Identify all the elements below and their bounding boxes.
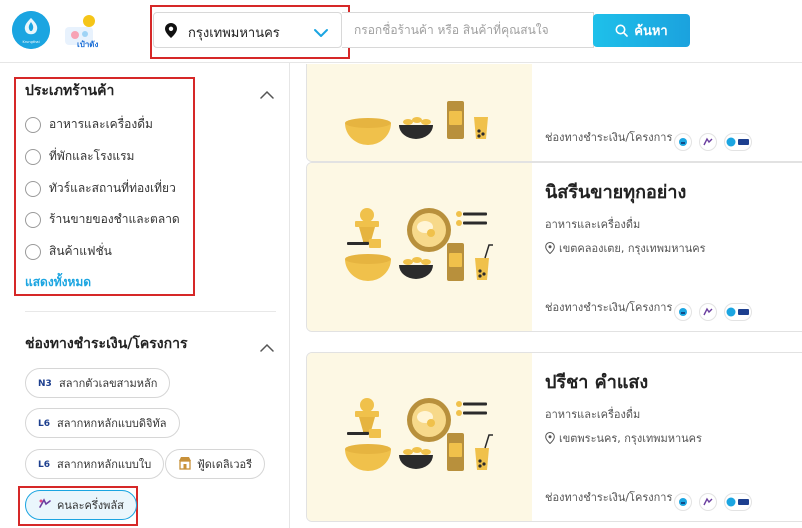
shop-icon: [178, 456, 192, 473]
radio-button[interactable]: [25, 116, 41, 133]
category-section-title: ประเภทร้านค้า: [25, 83, 115, 99]
svg-text:N3: N3: [38, 379, 52, 387]
shop-address: เขตพระนคร, กรุงเทพมหานคร: [545, 429, 702, 447]
radio-button[interactable]: [25, 243, 41, 260]
payment-label: ช่องทางชำระเงิน/โครงการ :: [545, 301, 680, 314]
payment-chip-n3[interactable]: N3 สลากตัวเลขสามหลัก: [25, 368, 171, 398]
category-option[interactable]: ร้านขายของชำและตลาด: [25, 210, 180, 229]
category-option-label: อาหารและเครื่องดื่ม: [49, 117, 153, 131]
show-all-link[interactable]: แสดงทั้งหมด: [25, 273, 91, 292]
half-half-icon: [699, 303, 717, 321]
payment-chip-l6-paper[interactable]: L6 สลากหกหลักแบบใบ: [25, 449, 165, 479]
radio-button[interactable]: [25, 180, 41, 197]
shop-address: เขตคลองเตย, กรุงเทพมหานคร: [545, 239, 706, 257]
chip-label: สลากหกหลักแบบดิจิทัล: [57, 417, 167, 430]
krungthai-logo-text: Krungthai: [22, 40, 40, 44]
payment-chip-half-half-plus[interactable]: คนละครึ่งพลัส: [25, 490, 137, 520]
shop-name: ปรีชา คำแสง: [545, 372, 649, 393]
shop-card[interactable]: ช่องทางชำระเงิน/โครงการ :: [306, 64, 802, 162]
payment-chip-l6-digital[interactable]: L6 สลากหกหลักแบบดิจิทัล: [25, 408, 180, 438]
chevron-down-icon[interactable]: [313, 24, 329, 43]
section-divider: [25, 311, 276, 312]
pao-tang-pay-icon: [674, 303, 692, 321]
l6-lottery-icon: L6: [38, 458, 52, 471]
pao-tang-logo-text: เป๋าตัง: [77, 40, 99, 49]
location-pin-icon: [545, 242, 555, 254]
shop-address-text: เขตคลองเตย, กรุงเทพมหานคร: [559, 242, 706, 255]
chip-label: คนละครึ่งพลัส: [57, 499, 124, 512]
category-option-label: สินค้าแฟชั่น: [49, 244, 112, 258]
chevron-up-icon[interactable]: [260, 84, 274, 103]
food-illustration-image: [307, 163, 532, 331]
food-illustration-image: [307, 64, 532, 161]
shop-category: อาหารและเครื่องดื่ม: [545, 408, 641, 421]
payment-icons: [674, 133, 752, 151]
category-option-label: ที่พักและโรงแรม: [49, 149, 135, 163]
chevron-up-icon[interactable]: [260, 337, 274, 356]
payment-chip-food-delivery[interactable]: ฟู้ดเดลิเวอรี: [165, 449, 266, 479]
category-option[interactable]: ทัวร์และสถานที่ท่องเที่ยว: [25, 179, 176, 198]
chip-label: ฟู้ดเดลิเวอรี: [197, 458, 253, 471]
welfare-card-icon: [724, 493, 752, 511]
payment-icons: [674, 303, 752, 321]
welfare-card-icon: [724, 133, 752, 151]
category-option[interactable]: สินค้าแฟชั่น: [25, 242, 112, 261]
search-button-label: ค้นหา: [634, 24, 668, 39]
chip-label: สลากตัวเลขสามหลัก: [59, 377, 158, 390]
half-half-icon: [699, 493, 717, 511]
l6-lottery-icon: L6: [38, 417, 52, 430]
category-option-label: ร้านขายของชำและตลาด: [49, 212, 180, 226]
shop-list: ช่องทางชำระเงิน/โครงการ : นิสรีนขายทุกอย…: [291, 64, 802, 528]
search-icon: [615, 24, 629, 37]
pao-tang-logo[interactable]: เป๋าตัง: [65, 13, 99, 49]
shop-card[interactable]: ปรีชา คำแสง อาหารและเครื่องดื่ม เขตพระนค…: [306, 352, 802, 522]
chip-label: สลากหกหลักแบบใบ: [57, 458, 152, 471]
payment-label: ช่องทางชำระเงิน/โครงการ :: [545, 491, 680, 504]
search-button[interactable]: ค้นหา: [593, 14, 690, 47]
location-select[interactable]: กรุงเทพมหานคร: [153, 12, 342, 48]
shop-card[interactable]: นิสรีนขายทุกอย่าง อาหารและเครื่องดื่ม เข…: [306, 162, 802, 332]
shop-category: อาหารและเครื่องดื่ม: [545, 218, 641, 231]
svg-text:L6: L6: [38, 419, 50, 427]
pao-tang-pay-icon: [674, 493, 692, 511]
pao-tang-pay-icon: [674, 133, 692, 151]
radio-button[interactable]: [25, 148, 41, 165]
category-option-label: ทัวร์และสถานที่ท่องเที่ยว: [49, 181, 176, 195]
shop-name: นิสรีนขายทุกอย่าง: [545, 182, 687, 203]
n3-lottery-icon: N3: [38, 377, 54, 390]
payment-icons: [674, 493, 752, 511]
half-half-icon: [38, 497, 52, 513]
search-input[interactable]: [342, 12, 594, 48]
welfare-card-icon: [724, 303, 752, 321]
half-half-icon: [699, 133, 717, 151]
krungthai-logo[interactable]: Krungthai: [12, 11, 50, 49]
map-pin-icon: [165, 23, 177, 42]
payment-label: ช่องทางชำระเงิน/โครงการ :: [545, 131, 680, 144]
radio-button[interactable]: [25, 211, 41, 228]
location-value: กรุงเทพมหานคร: [188, 26, 280, 41]
category-option[interactable]: ที่พักและโรงแรม: [25, 147, 134, 166]
food-illustration-image: [307, 353, 532, 521]
filter-sidebar: ประเภทร้านค้า อาหารและเครื่องดื่ม ที่พัก…: [0, 63, 290, 528]
payment-section-title: ช่องทางชำระเงิน/โครงการ: [25, 336, 188, 352]
shop-address-text: เขตพระนคร, กรุงเทพมหานคร: [559, 432, 702, 445]
category-option[interactable]: อาหารและเครื่องดื่ม: [25, 115, 153, 134]
top-header: Krungthai เป๋าตัง กรุงเทพมหานคร ค้นหา: [0, 0, 802, 63]
location-pin-icon: [545, 432, 555, 444]
svg-text:L6: L6: [38, 460, 50, 468]
